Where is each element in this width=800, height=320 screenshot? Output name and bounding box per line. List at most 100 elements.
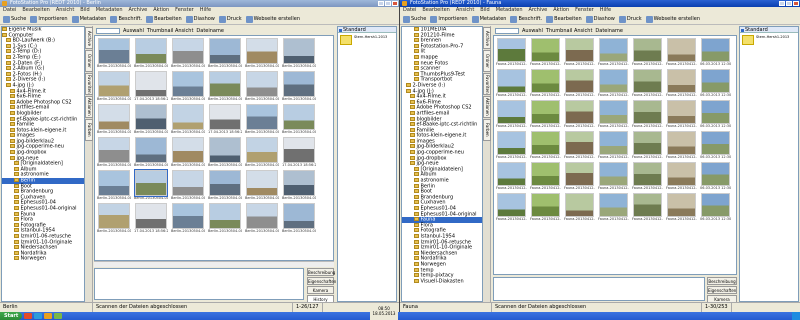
photo-thumbnail[interactable] <box>565 193 594 217</box>
photo-thumbnail[interactable] <box>246 71 278 97</box>
photo-thumbnail[interactable] <box>283 137 315 163</box>
tab-folders[interactable]: Ordner <box>483 50 491 72</box>
thumbnail-cell[interactable]: 06.03.2013 12:30:41 <box>700 162 731 190</box>
photo-thumbnail[interactable] <box>135 71 167 97</box>
thumbnail-cell[interactable]: 06.03.2013 12:30:41 <box>700 38 731 66</box>
thumbnail-cell[interactable]: Fauna-20130412-002.jpg <box>530 193 561 221</box>
photo-thumbnail[interactable] <box>599 38 628 62</box>
thumbnail-cell[interactable]: Fauna-20130412-001.jpg <box>496 131 527 159</box>
thumbnail-cell[interactable]: 06.03.2013 12:30:41 <box>700 131 731 159</box>
photo-thumbnail[interactable] <box>246 137 278 163</box>
photo-thumbnail[interactable] <box>667 162 696 186</box>
photo-thumbnail[interactable] <box>667 131 696 155</box>
photo-thumbnail[interactable] <box>531 162 560 186</box>
close-button[interactable] <box>793 1 799 6</box>
thumbnail-cell[interactable]: Fauna-20130412-001.jpg <box>496 100 527 128</box>
thumbnail-cell[interactable]: Berlin-20130504-008.jpg <box>171 170 205 200</box>
thumbnail-cell[interactable]: Fauna-20130412-006.jpg <box>666 69 697 97</box>
photo-thumbnail[interactable] <box>531 193 560 217</box>
photo-thumbnail[interactable] <box>599 131 628 155</box>
thumbnail-cell[interactable]: Fauna-20130412-003.jpg <box>564 100 595 128</box>
photo-thumbnail[interactable] <box>98 104 130 130</box>
thumbnail-cell[interactable]: Fauna-20130412-003.jpg <box>564 131 595 159</box>
menu-item-bild[interactable]: Bild <box>480 7 489 14</box>
thumbnail-cell[interactable]: Berlin-20130504-006.jpg <box>171 203 205 233</box>
menu-item-aktion[interactable]: Aktion <box>553 7 569 14</box>
slideshow-button[interactable]: Diashow <box>585 15 615 23</box>
thumbnail-cell[interactable]: Fauna-20130412-005.jpg <box>632 162 663 190</box>
photo-thumbnail[interactable] <box>497 131 526 155</box>
clock[interactable]: 08:50 18.05.2013 <box>370 306 398 320</box>
thumbnail-cell[interactable]: Berlin-20130504-006.jpg <box>97 170 131 200</box>
tree-item[interactable]: Norwegen <box>2 256 84 262</box>
thumbnail-cell[interactable]: Fauna-20130412-003.jpg <box>564 193 595 221</box>
photo-thumbnail[interactable] <box>246 104 278 130</box>
sort-dropdown[interactable]: Dateiname <box>196 28 224 34</box>
description-tab[interactable]: Beschreibung <box>307 268 335 276</box>
panel-title[interactable]: Standard <box>338 27 396 33</box>
thumbnail-cell[interactable]: Berlin-20130504-006.jpg <box>245 104 279 134</box>
photo-thumbnail[interactable] <box>497 193 526 217</box>
photo-thumbnail[interactable] <box>497 100 526 124</box>
menu-item-datei[interactable]: Datei <box>403 7 416 14</box>
photo-thumbnail[interactable] <box>531 131 560 155</box>
thumbnail-cell[interactable]: Fauna-20130412-004.jpg <box>598 38 629 66</box>
photo-thumbnail[interactable] <box>98 38 130 64</box>
caption-button[interactable]: Beschrift. <box>110 15 142 23</box>
camera-tab[interactable]: Kamera <box>307 286 334 294</box>
edit-button[interactable]: Bearbeiten <box>146 15 182 23</box>
photo-thumbnail[interactable] <box>172 104 204 130</box>
photo-thumbnail[interactable] <box>701 131 730 155</box>
photo-thumbnail[interactable] <box>633 69 662 93</box>
photo-thumbnail[interactable] <box>565 100 594 124</box>
tab-archive[interactable]: Archive <box>483 27 491 49</box>
photo-thumbnail[interactable] <box>209 38 241 64</box>
metadata-button[interactable]: Metadaten <box>471 15 506 23</box>
photo-thumbnail[interactable] <box>667 38 696 62</box>
tree-item[interactable]: Visuell-Diakasten <box>402 278 482 285</box>
photo-thumbnail[interactable] <box>599 69 628 93</box>
filter-combo[interactable] <box>495 27 519 34</box>
description-tab[interactable]: Beschreibung <box>707 277 737 285</box>
minimize-button[interactable] <box>378 1 384 6</box>
photo-thumbnail[interactable] <box>98 71 130 97</box>
thumbnail-cell[interactable]: Berlin-20130504-008.jpg <box>245 71 279 101</box>
photo-thumbnail[interactable] <box>667 69 696 93</box>
menu-item-bearbeiten[interactable]: Bearbeiten <box>22 7 49 14</box>
thumbnail-cell[interactable]: Fauna-20130412-003.jpg <box>564 69 595 97</box>
thumbnail-cell[interactable]: Berlin-20130504-009.jpg <box>208 38 242 68</box>
app-taskbar-icon[interactable] <box>54 313 63 319</box>
thumbnail-cell[interactable]: Fauna-20130412-002.jpg <box>530 131 561 159</box>
create-webpage-button[interactable]: Webseite erstellen <box>645 15 700 23</box>
photo-thumbnail[interactable] <box>134 169 168 197</box>
tab-colors[interactable]: Farben <box>483 119 491 141</box>
thumbnail-cell[interactable]: Berlin-20130504-012.jpg <box>97 203 131 233</box>
description-area[interactable] <box>94 268 304 300</box>
thumbnail-cell[interactable]: Berlin-20130504-007.jpg <box>208 203 242 233</box>
tab-colors[interactable]: Farben <box>85 119 93 141</box>
photo-thumbnail[interactable] <box>209 137 241 163</box>
thumbnail-cell[interactable]: Fauna-20130412-006.jpg <box>666 193 697 221</box>
thumbnail-cell[interactable]: Fauna-20130412-004.jpg <box>598 131 629 159</box>
tab-folders[interactable]: Ordner <box>85 50 93 72</box>
thumbnail-cell[interactable]: Fauna-20130412-002.jpg <box>530 38 561 66</box>
photo-thumbnail[interactable] <box>246 38 278 64</box>
folder-tree[interactable]: Eigene Musik Computer BD-Laufwerk (B:) 1-Sy… <box>1 26 85 302</box>
thumbnail-cell[interactable]: Fauna-20130412-006.jpg <box>666 38 697 66</box>
thumbnail-cell[interactable]: Fauna-20130412-005.jpg <box>632 100 663 128</box>
thumbnail-cell[interactable]: Fauna-20130412-001.jpg <box>496 193 527 221</box>
thumbnail-cell[interactable]: Fauna-20130412-003.jpg <box>564 162 595 190</box>
menu-item-hilfe[interactable]: Hilfe <box>200 7 211 14</box>
view-dropdown[interactable]: Thumbnail Ansicht <box>546 28 593 34</box>
thumbnail-cell[interactable]: Fauna-20130412-006.jpg <box>666 162 697 190</box>
import-button[interactable]: Importieren <box>430 15 468 23</box>
edit-button[interactable]: Bearbeiten <box>546 15 582 23</box>
thumbnail-cell[interactable]: Berlin-20130504-012.jpg <box>245 137 279 167</box>
maximize-button[interactable] <box>786 1 792 6</box>
thumbnail-cell[interactable]: 17.04.2013 18:56:23 <box>282 137 316 167</box>
thumbnail-cell[interactable]: Fauna-20130412-002.jpg <box>530 100 561 128</box>
thumbnail-cell[interactable]: Berlin-20130504-012.jpg <box>171 104 205 134</box>
selection-dropdown[interactable]: Auswahl <box>123 28 144 34</box>
photo-thumbnail[interactable] <box>172 137 204 163</box>
thumbnail-grid[interactable]: Berlin-20130504-006.jpgBerlin-20130504-0… <box>94 35 334 261</box>
